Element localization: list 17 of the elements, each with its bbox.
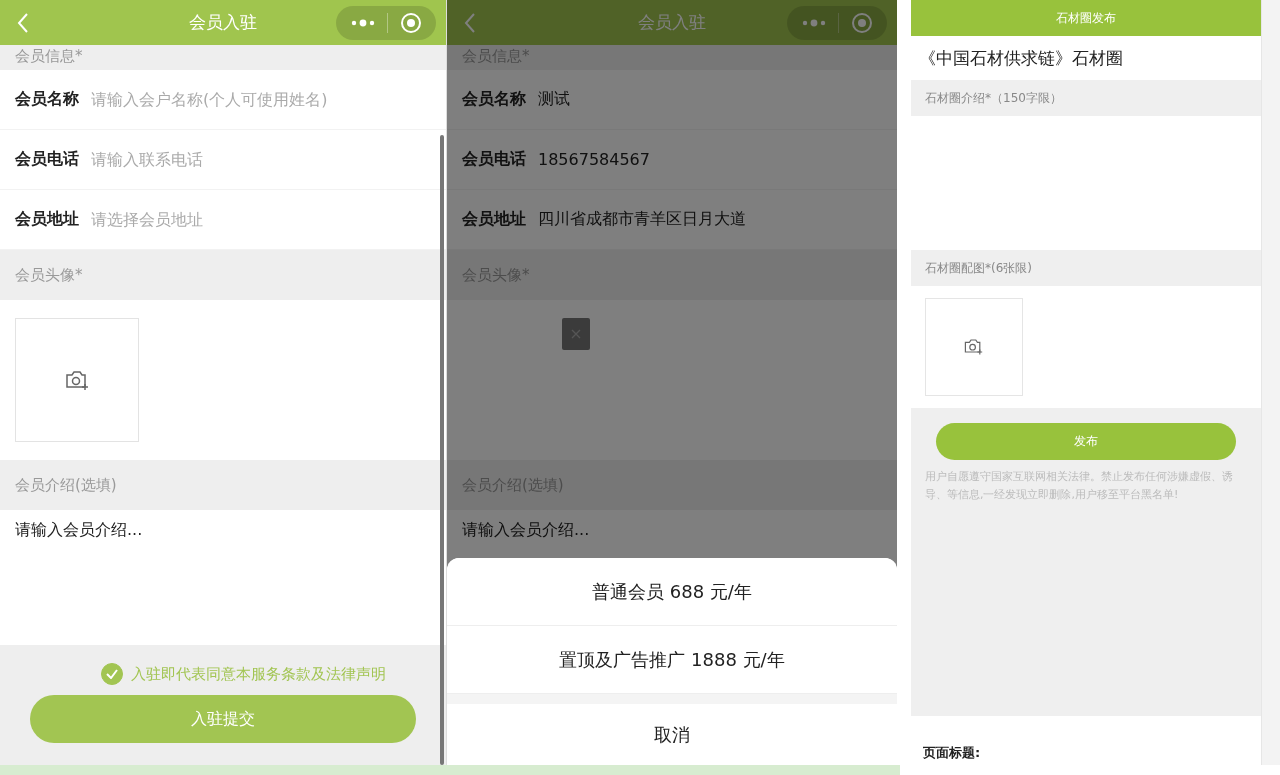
field-label: 会员名称 <box>462 89 526 110</box>
section-header: 会员介绍(选填) <box>0 460 446 510</box>
section-header: 会员头像* <box>0 250 446 300</box>
page-title: 会员入驻 <box>188 11 258 34</box>
section-header: 会员信息* <box>0 45 446 70</box>
circle-title: 《中国石材供求链》石材圈 <box>918 46 1124 70</box>
section-header: 石材圈介绍*（150字限） <box>911 80 1261 116</box>
field-label: 会员名称 <box>15 89 79 110</box>
field-label: 会员电话 <box>462 149 526 170</box>
field-label: 会员电话 <box>15 149 79 170</box>
field-label: 会员地址 <box>15 209 79 230</box>
agreement-text: 入驻即代表同意本服务条款及法律声明 <box>130 664 386 684</box>
field-label: 会员地址 <box>462 209 526 230</box>
page-title: 会员入驻 <box>637 11 707 34</box>
section-header: 石材圈配图*(6张限) <box>911 250 1261 286</box>
page-title-label: 页面标题: <box>922 744 982 762</box>
header-bar: 石材圈发布 <box>911 0 1261 36</box>
